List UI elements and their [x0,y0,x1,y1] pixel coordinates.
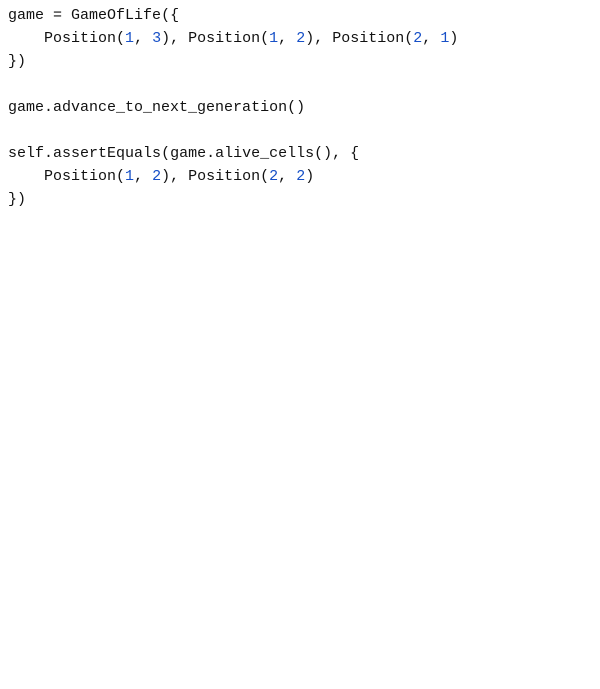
code-token [143,30,152,47]
code-line [8,119,592,142]
code-token: 2 [269,168,278,185]
code-token: ( [116,30,125,47]
code-token: assertEquals [53,145,161,162]
code-token [143,168,152,185]
code-token: , [134,168,143,185]
code-token: advance_to_next_generation [53,99,287,116]
code-token: Position [179,30,260,47]
code-token: (), [314,145,341,162]
code-token: Position [8,168,116,185]
code-token: ), [161,168,179,185]
code-line [8,73,592,96]
code-token: ( [116,168,125,185]
code-token: 2 [152,168,161,185]
code-token: 2 [296,168,305,185]
code-token: () [287,99,305,116]
code-block: game = GameOfLife({ Position(1, 3), Posi… [0,0,600,215]
code-line: self.assertEquals(game.alive_cells(), { [8,142,592,165]
code-token: , [134,30,143,47]
code-token: self [8,145,44,162]
code-token: , [278,30,287,47]
code-token: 1 [125,168,134,185]
code-token: ), [305,30,323,47]
code-token: game [8,7,53,24]
code-token: game [170,145,206,162]
code-line: game = GameOfLife({ [8,4,592,27]
code-token: ({ [161,7,179,24]
code-token: 1 [269,30,278,47]
code-token: 1 [125,30,134,47]
code-token: 2 [296,30,305,47]
code-token: ( [404,30,413,47]
code-token [431,30,440,47]
code-token: Position [323,30,404,47]
code-token: 2 [413,30,422,47]
code-token: , [422,30,431,47]
code-token: . [44,99,53,116]
code-line: Position(1, 2), Position(2, 2) [8,165,592,188]
code-token: }) [8,191,26,208]
code-token [287,30,296,47]
code-token: , [278,168,287,185]
code-line: Position(1, 3), Position(1, 2), Position… [8,27,592,50]
code-token: ( [161,145,170,162]
code-token: }) [8,53,26,70]
code-line: }) [8,50,592,73]
code-token [341,145,350,162]
code-token: = [53,7,62,24]
code-token: . [44,145,53,162]
code-token: game [8,99,44,116]
code-token: GameOfLife [62,7,161,24]
code-token: { [350,145,359,162]
code-token: . [206,145,215,162]
code-token: Position [8,30,116,47]
code-token: 1 [440,30,449,47]
code-token: ( [260,168,269,185]
code-token: ), [161,30,179,47]
code-line: }) [8,188,592,211]
code-token: 3 [152,30,161,47]
code-token: Position [179,168,260,185]
code-token: ( [260,30,269,47]
code-token [287,168,296,185]
code-token: alive_cells [215,145,314,162]
code-line: game.advance_to_next_generation() [8,96,592,119]
code-token: ) [305,168,314,185]
code-token: ) [449,30,458,47]
